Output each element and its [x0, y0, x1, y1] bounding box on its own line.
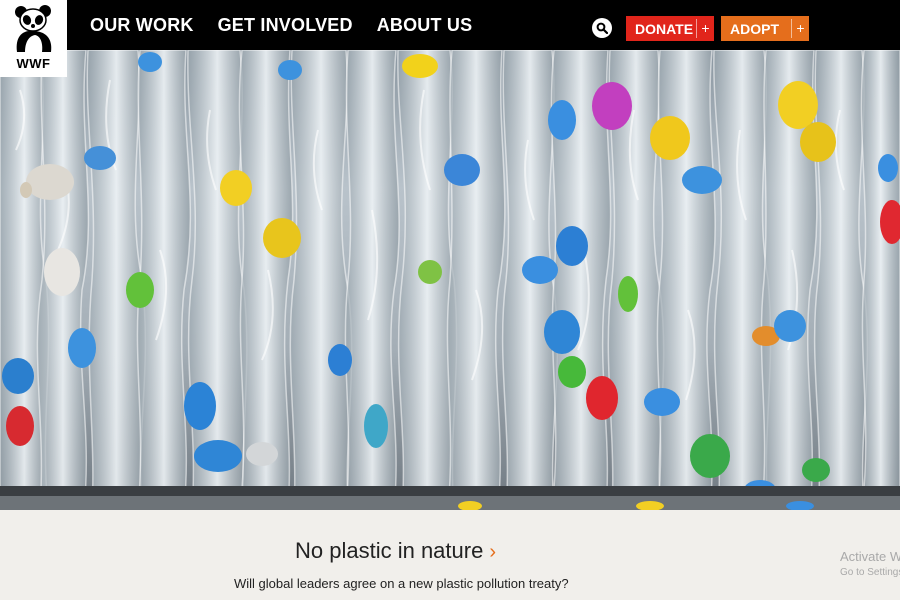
donate-plus-icon: + [696, 19, 714, 38]
nav-our-work[interactable]: OUR WORK [90, 15, 194, 36]
adopt-plus-icon: + [791, 19, 809, 38]
wwf-logo[interactable]: WWF [0, 0, 67, 77]
search-icon [596, 22, 608, 34]
search-button[interactable] [592, 18, 612, 38]
plastic-bottles-illustration [0, 50, 900, 510]
story-section: No plastic in nature › Will global leader… [0, 510, 900, 600]
watermark-line-1: Activate Windows [840, 549, 900, 564]
hero-image [0, 50, 900, 510]
donate-label: DONATE [635, 20, 694, 37]
nav-about-us[interactable]: ABOUT US [377, 15, 473, 36]
story-headline: No plastic in nature [295, 538, 484, 563]
story-headline-link[interactable]: No plastic in nature › [295, 538, 496, 564]
donate-button[interactable]: DONATE + [626, 16, 714, 41]
adopt-label: ADOPT [730, 20, 779, 37]
main-nav: OUR WORK GET INVOLVED ABOUT US [90, 0, 496, 50]
site-header: WWF OUR WORK GET INVOLVED ABOUT US DONAT… [0, 0, 900, 77]
logo-text: WWF [16, 56, 51, 71]
story-subheadline: Will global leaders agree on a new plast… [234, 576, 569, 591]
nav-get-involved[interactable]: GET INVOLVED [218, 15, 353, 36]
adopt-button[interactable]: ADOPT + [721, 16, 809, 41]
panda-icon [14, 5, 51, 52]
chevron-right-icon: › [489, 541, 496, 563]
watermark-line-2: Go to Settings to activate Windows. [840, 567, 900, 578]
activate-windows-watermark: Activate Windows Go to Settings to activ… [840, 549, 900, 578]
